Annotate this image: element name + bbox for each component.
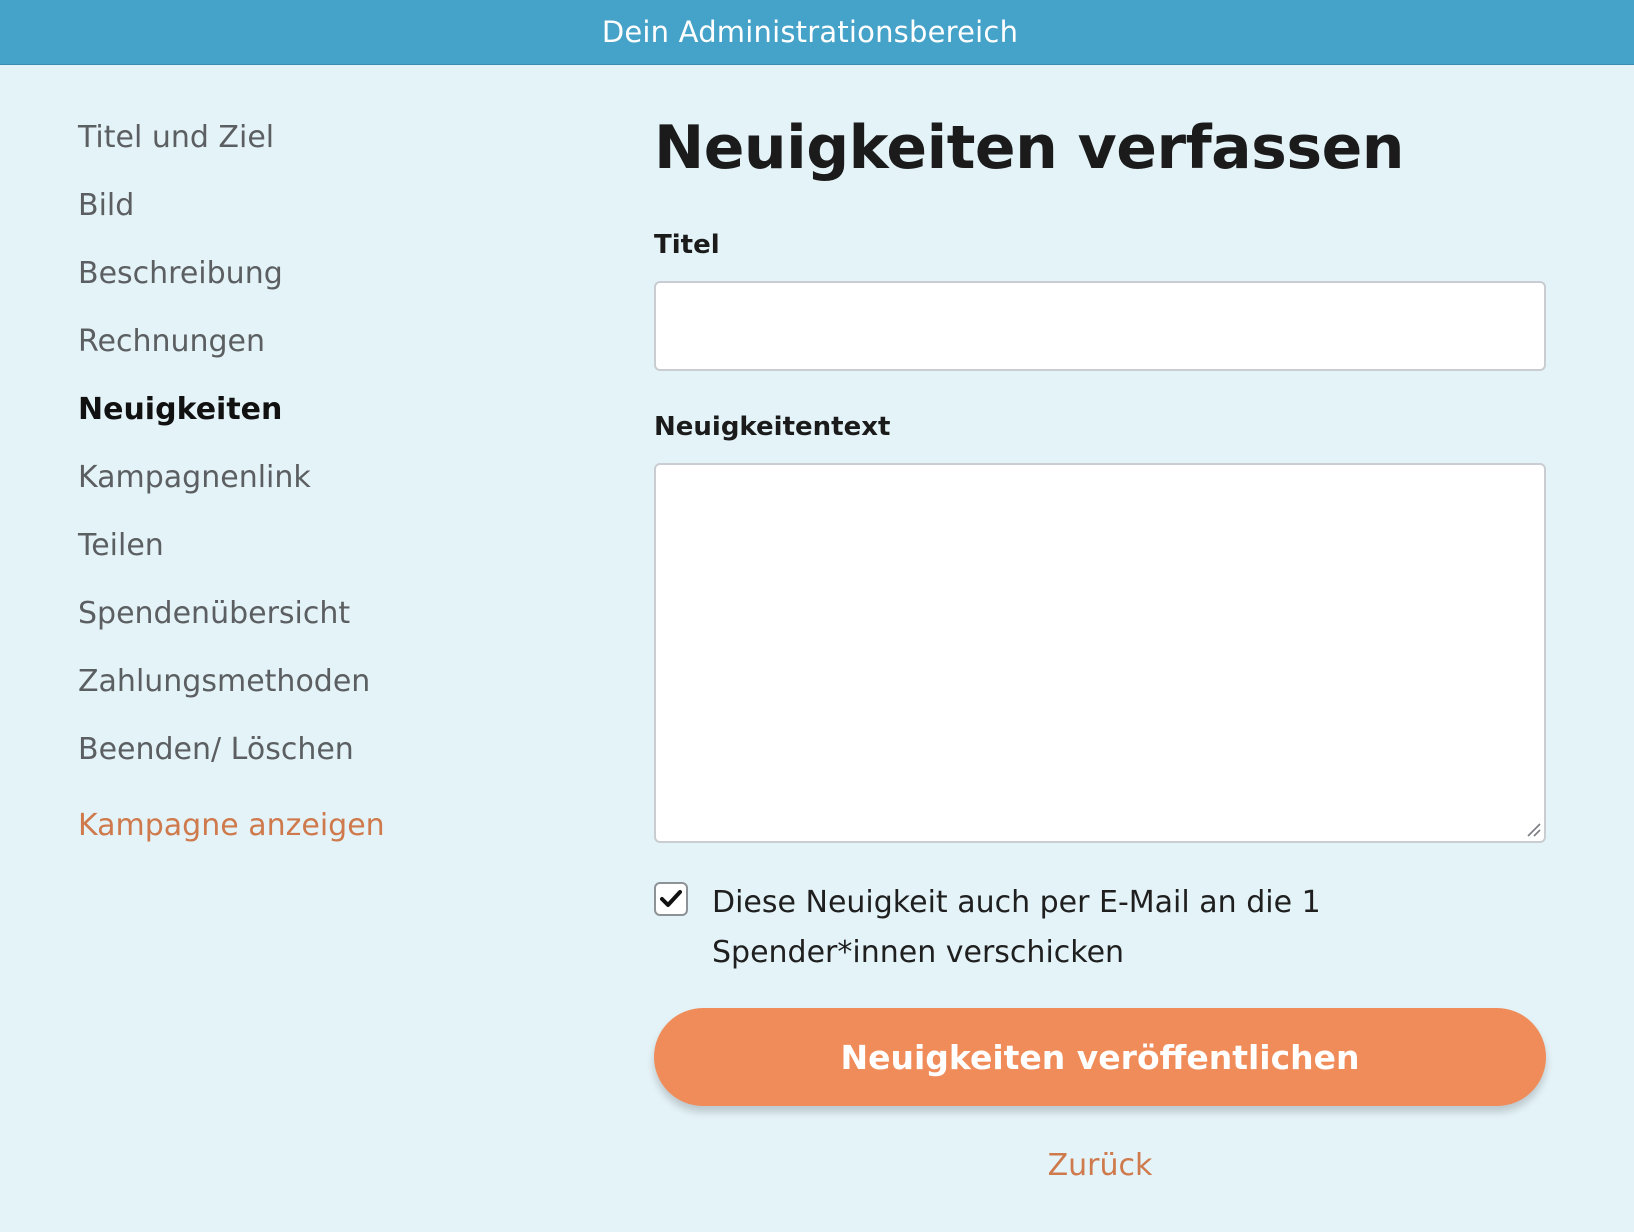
- back-link[interactable]: Zurück: [654, 1148, 1546, 1183]
- sidebar-item-neuigkeiten[interactable]: Neuigkeiten: [78, 382, 538, 450]
- sidebar-item-zahlungsmethoden[interactable]: Zahlungsmethoden: [78, 654, 538, 722]
- news-text-label: Neuigkeitentext: [654, 412, 891, 442]
- email-checkbox-label: Diese Neuigkeit auch per E-Mail an die 1…: [712, 885, 1321, 970]
- sidebar-item-beenden-loeschen[interactable]: Beenden/ Löschen: [78, 722, 538, 790]
- top-bar: Dein Administrationsbereich: [0, 0, 1634, 65]
- email-checkbox[interactable]: [654, 882, 688, 916]
- sidebar-nav: Titel und Ziel Bild Beschreibung Rechnun…: [78, 110, 538, 790]
- news-text-textarea[interactable]: [654, 463, 1546, 843]
- sidebar-item-titel-und-ziel[interactable]: Titel und Ziel: [78, 110, 538, 178]
- publish-news-button[interactable]: Neuigkeiten veröffentlichen: [654, 1008, 1546, 1106]
- checkmark-icon: [660, 890, 682, 907]
- header-title: Dein Administrationsbereich: [601, 15, 1019, 49]
- sidebar-item-beschreibung[interactable]: Beschreibung: [78, 246, 538, 314]
- sidebar-item-rechnungen[interactable]: Rechnungen: [78, 314, 538, 382]
- sidebar-item-teilen[interactable]: Teilen: [78, 518, 538, 586]
- title-field-label: Titel: [654, 230, 720, 260]
- news-form: Neuigkeiten verfassen Titel Neuigkeitent…: [654, 108, 1548, 1183]
- sidebar-item-kampagnenlink[interactable]: Kampagnenlink: [78, 450, 538, 518]
- resize-handle-icon[interactable]: [1524, 820, 1542, 838]
- sidebar-item-spendenuebersicht[interactable]: Spendenübersicht: [78, 586, 538, 654]
- sidebar-item-bild[interactable]: Bild: [78, 178, 538, 246]
- title-input[interactable]: [654, 281, 1546, 371]
- view-campaign-link[interactable]: Kampagne anzeigen: [78, 808, 385, 843]
- page-title: Neuigkeiten verfassen: [654, 113, 1405, 183]
